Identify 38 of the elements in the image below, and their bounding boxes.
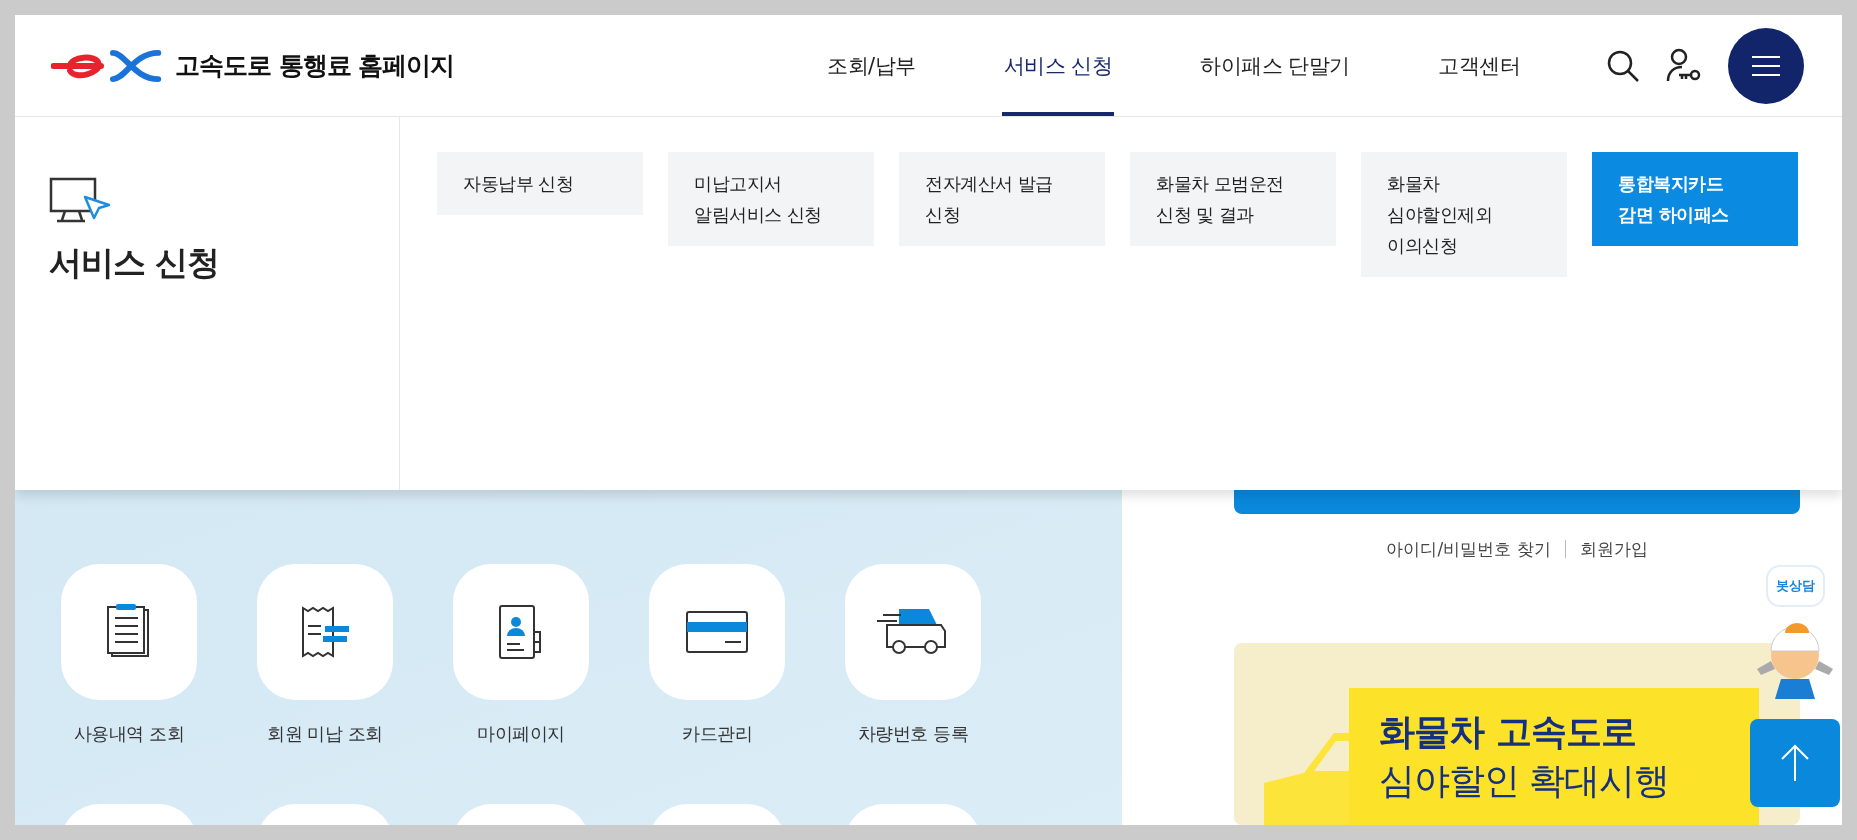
service-label: 사용내역 조회 [73, 722, 185, 746]
submenu-item[interactable]: 미납고지서 알림서비스 신청 [668, 152, 874, 246]
promo-banner[interactable]: 화물차 고속도로 심야할인 확대시행 [1234, 642, 1800, 825]
nav-tab[interactable]: 조회/납부 [825, 15, 918, 116]
banner-subline: 심야할인 확대시행 [1379, 758, 1671, 803]
arrow-up-icon [1780, 743, 1810, 783]
signup-link[interactable]: 회원가입 [1579, 537, 1648, 561]
service-label: 차량번호 등록 [857, 722, 969, 746]
submenu-item[interactable]: 자동납부 신청 [437, 152, 643, 215]
submenu-item[interactable]: 화물차 모범운전 신청 및 결과 [1130, 152, 1336, 246]
submenu-item[interactable]: 화물차 심야할인제외 이의신청 [1361, 152, 1567, 277]
banner-headline: 화물차 고속도로 [1379, 709, 1637, 754]
service-label: 마이페이지 [477, 722, 565, 746]
monitor-cursor-icon [49, 177, 113, 223]
credit-card-icon [685, 610, 749, 654]
service-tile[interactable] [649, 564, 785, 700]
user-key-button[interactable] [1666, 47, 1702, 84]
service-tile[interactable] [845, 564, 981, 700]
scroll-top-button[interactable] [1750, 719, 1840, 807]
chatbot-bubble[interactable]: 봇상담 [1765, 565, 1825, 607]
logo-icon [51, 47, 163, 84]
nav-tab[interactable]: 하이패스 단말기 [1198, 15, 1352, 116]
service-tile[interactable] [453, 564, 589, 700]
clipboard-list-icon [106, 604, 152, 660]
search-button[interactable] [1606, 48, 1640, 83]
site-title: 고속도로 통행료 홈페이지 [175, 50, 455, 82]
profile-book-icon [498, 604, 544, 660]
submenu-item[interactable]: 통합복지카드 감면 하이패스 [1592, 152, 1798, 246]
service-label: 회원 미납 조회 [267, 722, 383, 746]
service-label: 카드관리 [682, 722, 752, 746]
menu-icon [1752, 54, 1780, 77]
find-account-link[interactable]: 아이디/비밀번호 찾기 [1386, 537, 1551, 561]
nav-tab[interactable]: 고객센터 [1436, 15, 1522, 116]
service-tile[interactable] [257, 564, 393, 700]
menu-title: 서비스 신청 [49, 242, 220, 284]
service-tile[interactable] [61, 564, 197, 700]
submenu-item[interactable]: 전자계산서 발급 신청 [899, 152, 1105, 246]
car-icon [877, 607, 949, 657]
